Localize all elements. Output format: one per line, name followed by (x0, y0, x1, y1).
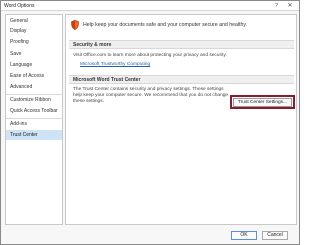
trust-center-text-line-3: these settings. (73, 99, 104, 104)
trustworthy-computing-link[interactable]: Microsoft Trustworthy Computing (80, 62, 150, 67)
sidebar-item-general[interactable]: General (6, 16, 62, 26)
sidebar-item-ease-of-access[interactable]: Ease of Access (6, 71, 62, 81)
sidebar-item-proofing[interactable]: Proofing (6, 37, 62, 47)
close-button[interactable]: ✕ (284, 2, 296, 10)
word-options-dialog: Word Options ? ✕ General Display Proofin… (0, 0, 300, 245)
ok-button[interactable]: OK (231, 231, 257, 240)
pane-header-text: Help keep your documents safe and your c… (83, 22, 247, 28)
trust-center-settings-button[interactable]: Trust Center Settings... (233, 98, 292, 107)
title-bar: Word Options ? ✕ (1, 1, 299, 11)
sidebar-item-add-ins[interactable]: Add-ins (6, 119, 62, 129)
sidebar-item-trust-center[interactable]: Trust Center (6, 130, 62, 140)
help-button[interactable]: ? (271, 2, 282, 10)
sidebar-item-language[interactable]: Language (6, 60, 62, 70)
shield-icon (71, 20, 79, 30)
security-section-text: Visit Office.com to learn more about pro… (73, 53, 227, 58)
security-section-heading: Security & more (69, 40, 294, 49)
sidebar-item-quick-access-toolbar[interactable]: Quick Access Toolbar (6, 106, 62, 116)
window-title: Word Options (4, 3, 35, 9)
cancel-button[interactable]: Cancel (262, 231, 288, 240)
sidebar-item-customize-ribbon[interactable]: Customize Ribbon (6, 95, 62, 105)
options-sidebar: General Display Proofing Save Language E… (5, 14, 63, 225)
sidebar-item-display[interactable]: Display (6, 26, 62, 36)
sidebar-item-advanced[interactable]: Advanced (6, 82, 62, 92)
trust-center-pane: Help keep your documents safe and your c… (65, 14, 297, 225)
sidebar-item-save[interactable]: Save (6, 49, 62, 59)
trust-center-section-heading: Microsoft Word Trust Center (69, 75, 294, 84)
